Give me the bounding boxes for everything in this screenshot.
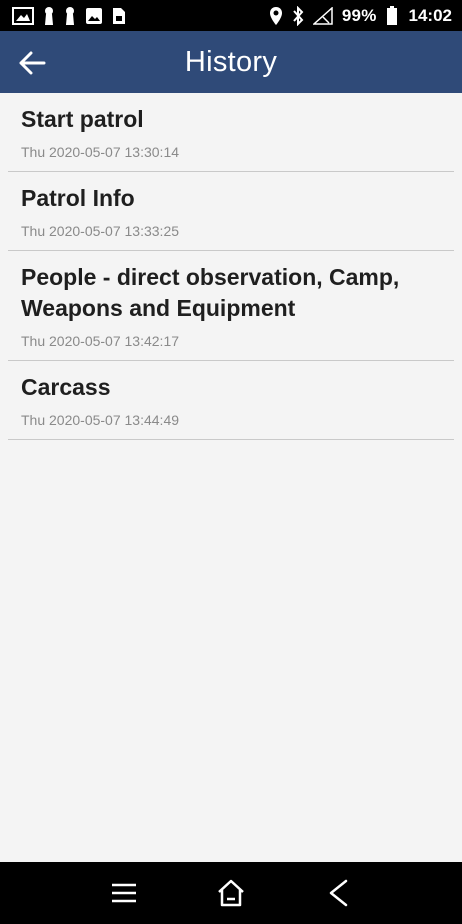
battery-percent: 99% (341, 5, 377, 25)
item-title: Start patrol (21, 106, 144, 132)
list-item[interactable]: Start patrol Thu 2020-05-07 13:30:14 (8, 93, 454, 172)
status-bar-left (12, 6, 126, 26)
back-button[interactable] (12, 43, 52, 83)
status-bar: 99% 14:02 (0, 0, 462, 31)
nav-back-button[interactable] (314, 869, 362, 917)
list-item[interactable]: People - direct observation, Camp, Weapo… (8, 251, 454, 361)
item-title: Patrol Info (21, 185, 135, 211)
status-time: 14:02 (408, 5, 452, 25)
image-icon (85, 7, 103, 25)
back-chevron-icon (327, 879, 349, 907)
page-title: History (184, 45, 278, 78)
history-list: Start patrol Thu 2020-05-07 13:30:14 Pat… (0, 93, 462, 440)
keyhole-icon (43, 6, 55, 26)
keyhole-icon (64, 6, 76, 26)
home-button[interactable] (207, 869, 255, 917)
bluetooth-icon (292, 5, 304, 26)
signal-icon (312, 6, 333, 25)
list-item[interactable]: Carcass Thu 2020-05-07 13:44:49 (8, 361, 454, 440)
home-icon (216, 879, 246, 907)
item-title: People - direct observation, Camp, Weapo… (21, 264, 400, 321)
item-title: Carcass (21, 374, 111, 400)
gallery-icon (12, 6, 34, 25)
navigation-bar (0, 862, 462, 924)
battery-icon (386, 5, 398, 26)
phone-screen: 99% 14:02 History Start patrol Thu 2020-… (0, 0, 462, 924)
menu-button[interactable] (100, 869, 148, 917)
item-timestamp: Thu 2020-05-07 13:33:25 (21, 223, 180, 239)
arrow-left-icon (18, 51, 46, 75)
list-item[interactable]: Patrol Info Thu 2020-05-07 13:33:25 (8, 172, 454, 251)
item-timestamp: Thu 2020-05-07 13:42:17 (21, 333, 180, 349)
sim-card-icon (112, 7, 126, 25)
app-bar: History (0, 31, 462, 93)
item-timestamp: Thu 2020-05-07 13:30:14 (21, 144, 180, 160)
location-pin-icon (269, 6, 283, 26)
item-timestamp: Thu 2020-05-07 13:44:49 (21, 412, 180, 428)
menu-icon (111, 882, 137, 904)
status-bar-right: 99% 14:02 (269, 5, 452, 26)
